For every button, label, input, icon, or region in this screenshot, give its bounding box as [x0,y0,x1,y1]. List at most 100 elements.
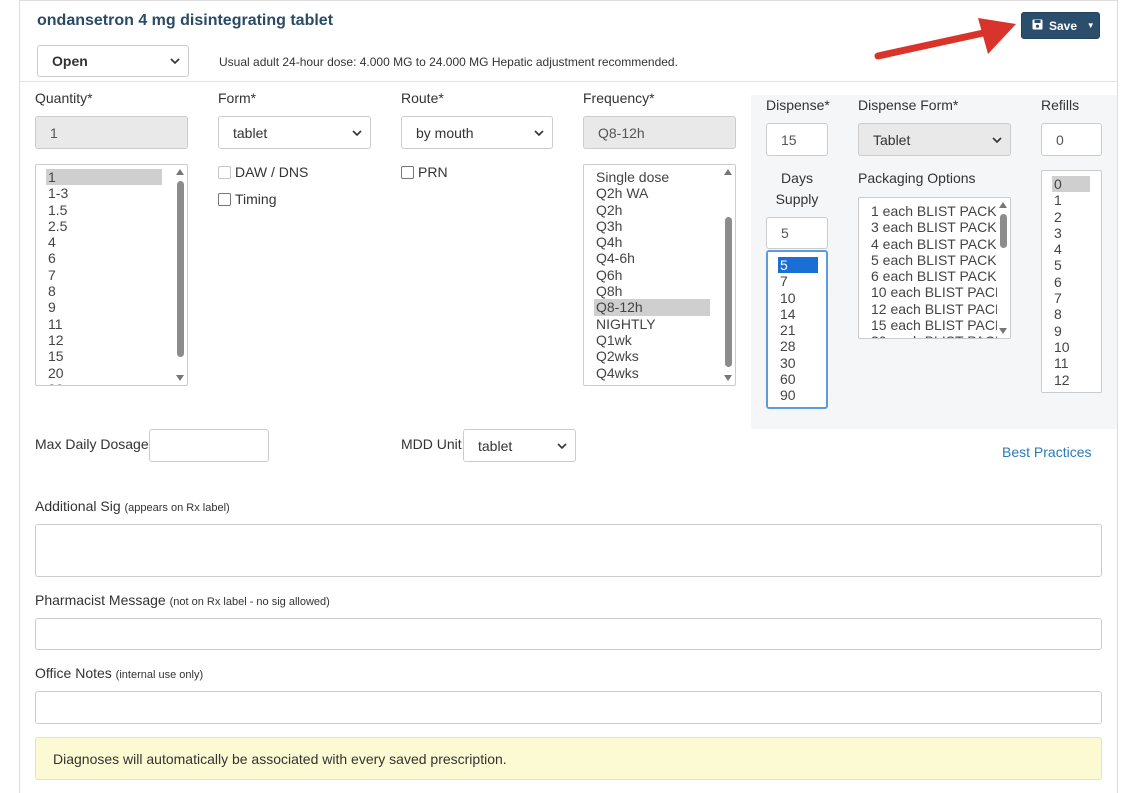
additional-sig-textarea[interactable] [35,524,1102,577]
list-item[interactable]: 2 [1052,209,1090,225]
list-item[interactable]: 5 [1052,257,1090,273]
scroll-thumb[interactable] [725,217,732,367]
list-item[interactable]: 7 [778,273,818,289]
list-item[interactable]: 9 [1052,323,1090,339]
list-item[interactable]: 21 [778,322,818,338]
caret-down-icon: ▼ [1086,21,1095,30]
save-button[interactable]: Save ▼ [1021,12,1100,39]
list-item[interactable]: 5 [778,257,818,274]
list-item[interactable]: 28 [778,338,818,354]
list-item[interactable]: 9 [46,299,162,315]
list-item[interactable]: 8 [46,283,162,299]
list-item[interactable]: 10 [778,290,818,306]
list-item[interactable]: Q8-12h [594,299,710,316]
dispense-form-select[interactable]: Tablet [858,123,1011,156]
list-item[interactable]: 11 [1052,355,1090,371]
list-item[interactable]: 20 [46,365,162,381]
refills-input[interactable]: 0 [1041,123,1102,156]
list-item[interactable]: 7 [1052,290,1090,306]
list-item[interactable]: 4 [1052,241,1090,257]
list-item[interactable]: 90 [778,387,818,403]
scroll-thumb[interactable] [177,181,184,357]
list-item[interactable]: 6 [1052,274,1090,290]
list-item[interactable]: NIGHTLY [594,316,710,332]
list-item[interactable]: Q3h [594,218,710,234]
list-item[interactable]: 1-3 [46,185,162,201]
list-item[interactable]: 0 [1052,176,1090,193]
refills-listbox[interactable]: 0 1 2 3 4 5 6 7 8 9 10 11 12 [1041,170,1102,393]
list-item[interactable]: 1 [46,169,162,186]
list-item[interactable]: 8 [1052,306,1090,322]
list-item[interactable]: 10 each BLIST PACK [869,284,997,300]
list-item[interactable]: 6 [46,250,162,266]
list-item[interactable]: Q4-6h [594,250,710,266]
list-item[interactable]: 4 each BLIST PACK [869,236,997,252]
daw-label: DAW / DNS [235,164,309,180]
list-item[interactable]: 7 [46,267,162,283]
max-daily-dosage-input[interactable] [149,429,269,462]
prn-checkbox[interactable]: PRN [401,164,448,180]
list-item[interactable]: 12 [1052,372,1090,388]
additional-sig-heading: Additional Sig (appears on Rx label) [35,498,230,514]
quantity-scrollbar[interactable] [175,167,185,383]
dispense-input[interactable]: 15 [766,123,828,156]
timing-checkbox-box[interactable] [218,192,231,206]
list-item[interactable]: 12 each BLIST PACK [869,301,997,317]
list-item[interactable]: Q8h [594,283,710,299]
list-item[interactable]: Single dose [594,169,710,185]
daw-checkbox-box[interactable] [218,165,231,179]
list-item[interactable]: 30 each BLIST PACK [869,333,997,338]
list-item[interactable]: Q1wk [594,332,710,348]
list-item[interactable]: 14 [778,306,818,322]
pharmacist-message-heading: Pharmacist Message (not on Rx label - no… [35,592,330,608]
list-item[interactable]: 6 each BLIST PACK [869,268,997,284]
frequency-listbox[interactable]: Single dose Q2h WA Q2h Q3h Q4h Q4-6h Q6h Q8h Q8-… [583,164,736,386]
office-notes-input[interactable] [35,691,1102,724]
diagnoses-alert: Diagnoses will automatically be associat… [35,737,1102,780]
list-item[interactable]: 15 [46,348,162,364]
list-item[interactable]: 2.5 [46,218,162,234]
list-item[interactable]: 60 [778,371,818,387]
list-item[interactable]: 30 [46,381,162,385]
frequency-scrollbar[interactable] [723,167,733,383]
days-supply-listbox[interactable]: 5 7 10 14 21 28 30 60 90 [766,250,828,409]
list-item[interactable]: 1 each BLIST PACK [869,203,997,219]
list-item[interactable]: 11 [46,316,162,332]
daw-checkbox[interactable]: DAW / DNS [218,164,308,180]
list-item[interactable]: 12 [46,332,162,348]
pharmacist-message-input[interactable] [35,618,1102,650]
scroll-thumb[interactable] [1000,214,1007,248]
days-supply-input[interactable]: 5 [766,217,828,249]
list-item[interactable]: 3 each BLIST PACK [869,219,997,235]
quantity-listbox[interactable]: 11-31.52.5467891112152030 [35,164,188,386]
list-item[interactable]: Q4h [594,234,710,250]
save-options-dropdown[interactable]: ▼ [1083,13,1100,38]
timing-checkbox[interactable]: Timing [218,191,277,207]
list-item[interactable]: Q2h [594,202,710,218]
list-item[interactable]: 10 [1052,339,1090,355]
list-item[interactable]: 1.5 [46,202,162,218]
save-main-button[interactable]: Save [1022,13,1083,38]
mdd-unit-select[interactable]: tablet [463,429,576,462]
list-item[interactable]: 5 each BLIST PACK [869,252,997,268]
list-item[interactable]: Q6h [594,267,710,283]
status-select[interactable]: Open [37,45,189,77]
list-item[interactable]: 4 [46,234,162,250]
prn-checkbox-box[interactable] [401,165,414,179]
list-item[interactable]: Q2h WA [594,185,710,201]
list-item[interactable]: Q2wks [594,348,710,364]
list-item[interactable]: 30 [778,355,818,371]
frequency-input[interactable]: Q8-12h [583,116,736,149]
list-item[interactable]: 3 [1052,225,1090,241]
list-item[interactable]: 15 each BLIST PACK [869,317,997,333]
list-item[interactable]: Q4wks [594,365,710,381]
days-supply-label-line2: Supply [775,191,819,207]
office-notes-heading: Office Notes (internal use only) [35,665,203,681]
packaging-scrollbar[interactable] [998,200,1008,336]
quantity-input[interactable]: 1 [35,116,188,149]
route-select[interactable]: by mouth [401,116,553,149]
list-item[interactable]: 1 [1052,192,1090,208]
form-select[interactable]: tablet [218,116,371,149]
best-practices-link[interactable]: Best Practices [1002,444,1091,460]
packaging-listbox[interactable]: 1 each BLIST PACK 3 each BLIST PACK 4 each… [858,197,1011,339]
